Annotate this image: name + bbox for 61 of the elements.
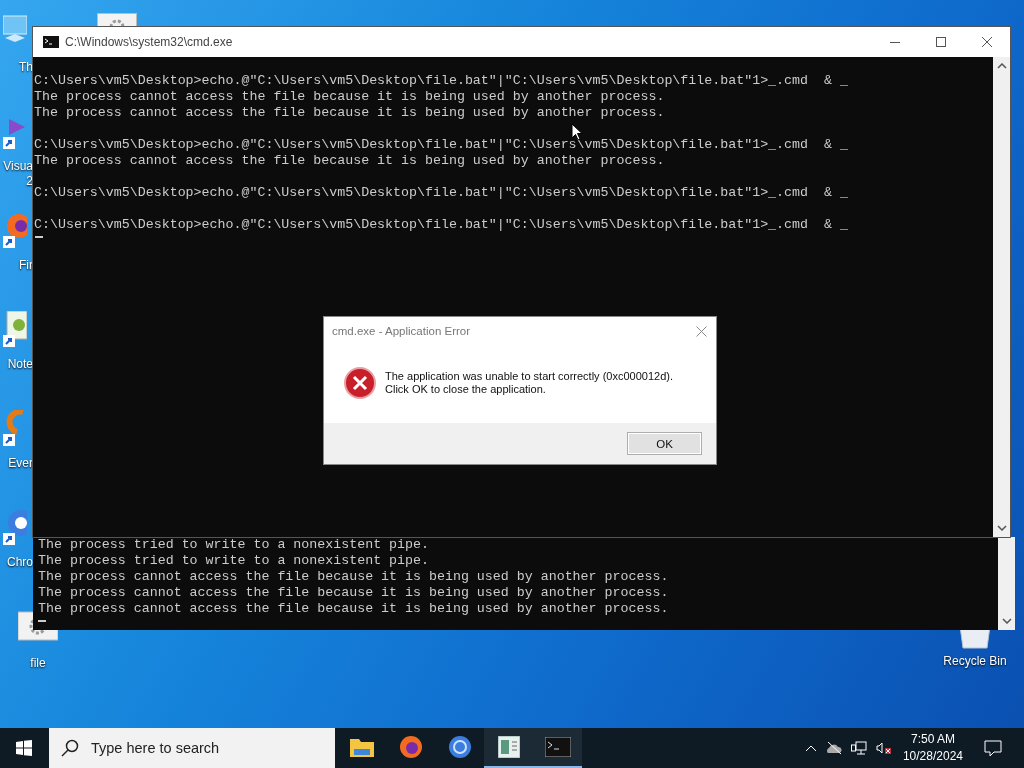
console-line: The process tried to write to a nonexistent pipe. — [38, 553, 430, 569]
console-line: The process cannot access the file because it is being used by another process. — [38, 601, 670, 617]
firefox-icon[interactable] — [398, 735, 423, 759]
text-cursor — [38, 620, 46, 622]
console-line: C:\Users\vm5\Desktop>echo.@"C:\Users\vm5\Desktop\file.bat"|"C:\Users\vm5\Desktop\file.bat"1>_.cmd & _ — [34, 217, 849, 233]
chevron-up-icon[interactable] — [996, 63, 1007, 69]
maximize-icon — [936, 37, 946, 47]
speaker-muted-icon[interactable] — [875, 741, 892, 755]
desktop-icon-label[interactable]: Note — [7, 357, 33, 372]
window-title: C:\Windows\system32\cmd.exe — [65, 35, 233, 49]
dialog-title: cmd.exe - Application Error — [332, 325, 471, 337]
desktop-icon-label[interactable]: Visua — [3, 159, 33, 174]
close-icon[interactable] — [696, 325, 707, 337]
clock-time[interactable]: 7:50 AM — [910, 731, 955, 748]
text-cursor — [35, 236, 43, 238]
notepad-icon[interactable] — [497, 736, 520, 758]
desktop-icon-label[interactable]: Chro — [7, 555, 33, 570]
console-line: C:\Users\vm5\Desktop>echo.@"C:\Users\vm5\Desktop\file.bat"|"C:\Users\vm5\Desktop\file.bat"1>_.cmd & _ — [34, 73, 849, 89]
command-prompt-icon[interactable] — [544, 737, 571, 757]
folder-icon[interactable] — [349, 737, 374, 757]
error-icon — [344, 367, 376, 399]
minimize-icon — [890, 41, 900, 43]
scrollbar[interactable] — [993, 57, 1010, 537]
chevron-down-icon[interactable] — [1001, 618, 1012, 624]
desktop-icon-label[interactable]: 2 — [26, 174, 33, 189]
desktop-icon-label[interactable]: Ever — [8, 456, 33, 471]
shortcut-app-icon — [3, 212, 27, 248]
clock-date[interactable]: 10/28/2024 — [902, 748, 963, 765]
network-off-icon[interactable] — [825, 741, 842, 755]
search-input[interactable]: Type here to search — [89, 739, 323, 757]
shortcut-app-icon — [3, 311, 27, 347]
console-line: C:\Users\vm5\Desktop>echo.@"C:\Users\vm5\Desktop\file.bat"|"C:\Users\vm5\Desktop\file.bat"1>_.cmd & _ — [34, 137, 849, 153]
console-line: The process cannot access the file because it is being used by another process. — [34, 153, 666, 169]
taskbar-app-button[interactable] — [484, 728, 533, 768]
desktop-icon-label[interactable]: file — [30, 656, 46, 671]
file-icon — [97, 13, 137, 27]
network-icon[interactable] — [850, 740, 867, 756]
notification-icon[interactable] — [984, 739, 1002, 757]
browser-circle-icon[interactable] — [447, 735, 472, 759]
console-line: The process cannot access the file because it is being used by another process. — [38, 569, 670, 585]
ok-button[interactable]: OK — [627, 432, 702, 455]
console-line: The process cannot access the file because it is being used by another process. — [34, 89, 666, 105]
desktop-icon-label[interactable]: Th — [19, 60, 33, 75]
shortcut-app-icon — [3, 509, 27, 545]
scrollbar[interactable] — [998, 537, 1015, 630]
close-icon — [982, 37, 992, 47]
desktop-icon-label[interactable]: Recycle Bin — [943, 654, 1007, 669]
search-icon — [61, 739, 79, 757]
windows-logo-icon — [16, 740, 32, 756]
search-field[interactable]: Type here to search — [49, 728, 335, 768]
error-message: The application was unable to start correctly (0xc000012d). — [385, 370, 673, 383]
mouse-pointer-icon — [571, 123, 583, 141]
error-message: Click OK to close the application. — [385, 383, 547, 396]
desktop-icon-label[interactable]: Fir — [19, 258, 33, 273]
taskbar-app-button[interactable] — [533, 728, 582, 768]
console-line: The process cannot access the file because it is being used by another process. — [34, 105, 666, 121]
chevron-down-icon[interactable] — [996, 525, 1007, 531]
console-line: The process tried to write to a nonexistent pipe. — [38, 537, 430, 553]
console-line: C:\Users\vm5\Desktop>echo.@"C:\Users\vm5\Desktop\file.bat"|"C:\Users\vm5\Desktop\file.bat"1>_.cmd & _ — [34, 185, 849, 201]
command-prompt-icon — [43, 36, 59, 48]
console-line: The process cannot access the file because it is being used by another process. — [38, 585, 670, 601]
